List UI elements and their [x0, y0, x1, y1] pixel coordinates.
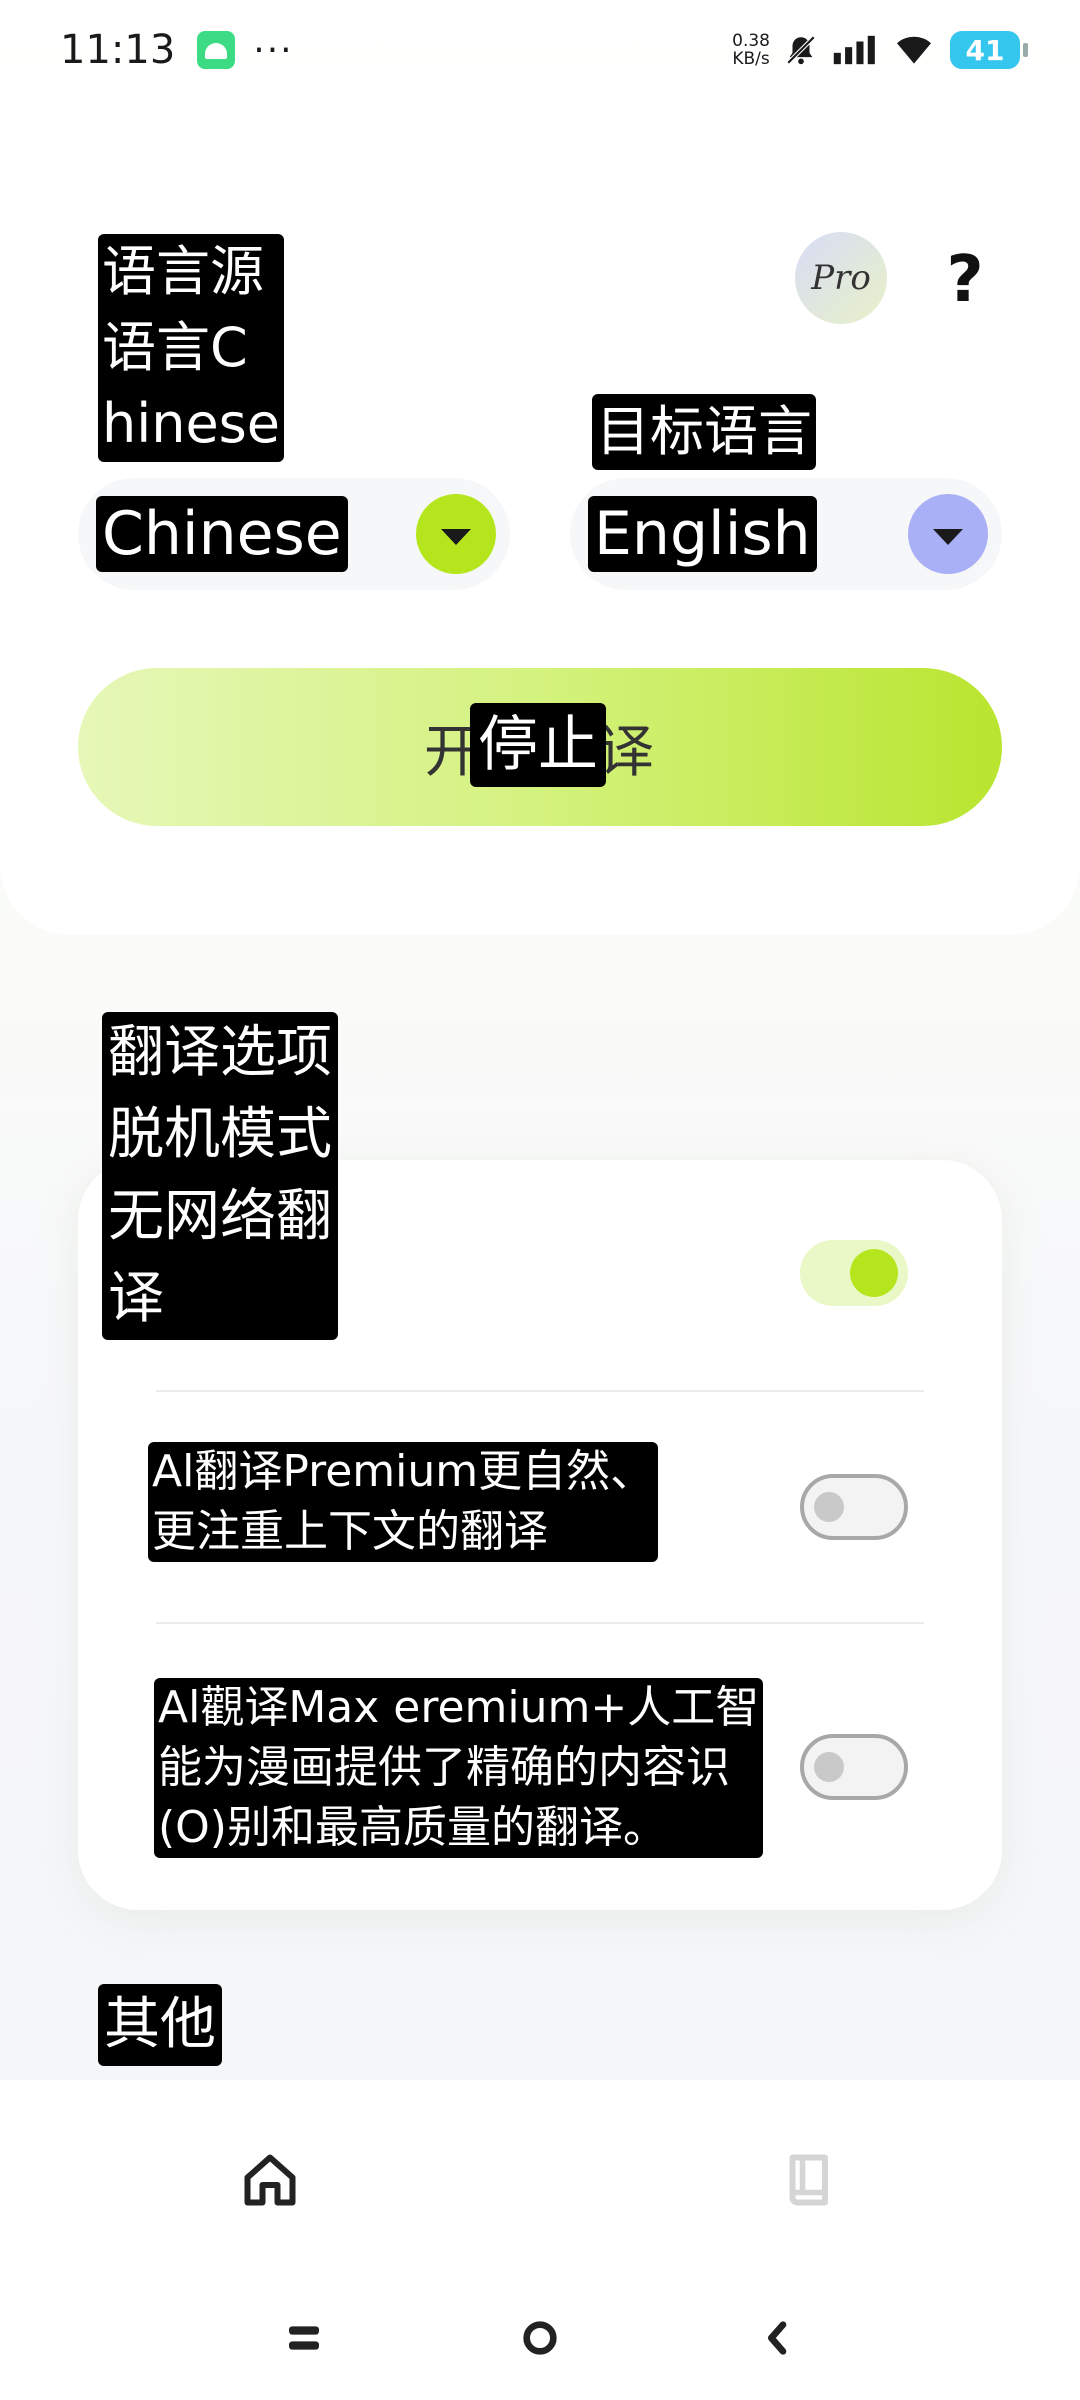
network-speed-unit: KB/s [732, 49, 770, 69]
ai-max-toggle[interactable] [800, 1734, 908, 1800]
ai-premium-toggle[interactable] [800, 1474, 908, 1540]
app-screen: 11:13 ··· 0.38 KB/s 41 语言源 语言C hinese Pr… [0, 0, 1080, 2400]
status-time: 11:13 [60, 27, 176, 73]
ai-max-label: Al觀译Max eremium+人工智 能为漫画提供了精确的内容识 (O)别和最… [154, 1678, 764, 1858]
mute-bell-icon [786, 35, 816, 65]
target-language-select[interactable]: English [570, 478, 1002, 590]
chevron-down-icon[interactable] [416, 494, 496, 574]
pro-button[interactable]: Pro [795, 232, 887, 324]
other-section-title: 其他 [98, 1984, 222, 2066]
target-language-value: English [588, 496, 817, 572]
status-right: 0.38 KB/s 41 [732, 31, 1028, 69]
offline-mode-toggle[interactable] [800, 1240, 908, 1306]
book-icon[interactable] [780, 2150, 840, 2210]
target-language-label: 目标语言 [592, 394, 816, 470]
source-language-value: Chinese [96, 496, 348, 572]
battery-indicator: 41 [950, 31, 1028, 69]
back-icon[interactable] [758, 2318, 798, 2358]
divider [156, 1390, 924, 1392]
network-speed-value: 0.38 [732, 31, 770, 51]
more-notifications-icon: ··· [253, 29, 294, 71]
signal-icon [833, 35, 875, 65]
recent-apps-icon[interactable] [284, 2318, 324, 2358]
source-language-select[interactable]: Chinese [78, 478, 510, 590]
source-language-label: 语言源 语言C hinese [98, 234, 285, 462]
help-button[interactable]: ? [935, 240, 995, 320]
translation-options-title: 翻译选项 脱机模式 无网络翻 译 [102, 1012, 338, 1340]
start-stop-translation-button[interactable]: 开始翻译 停止 [78, 668, 1002, 826]
stop-label: 停止 [470, 703, 606, 787]
network-speed: 0.38 KB/s [732, 32, 770, 68]
chevron-down-icon[interactable] [908, 494, 988, 574]
home-icon[interactable] [240, 2150, 300, 2210]
status-bar: 11:13 ··· 0.38 KB/s 41 [0, 0, 1080, 100]
divider [156, 1622, 924, 1624]
bottom-navigation [0, 2080, 1080, 2400]
wifi-icon [897, 36, 931, 64]
ai-premium-label: Al翻译Premium更自然、 更注重上下文的翻译 [148, 1442, 659, 1562]
home-system-icon[interactable] [520, 2318, 560, 2358]
android-icon [197, 31, 236, 69]
